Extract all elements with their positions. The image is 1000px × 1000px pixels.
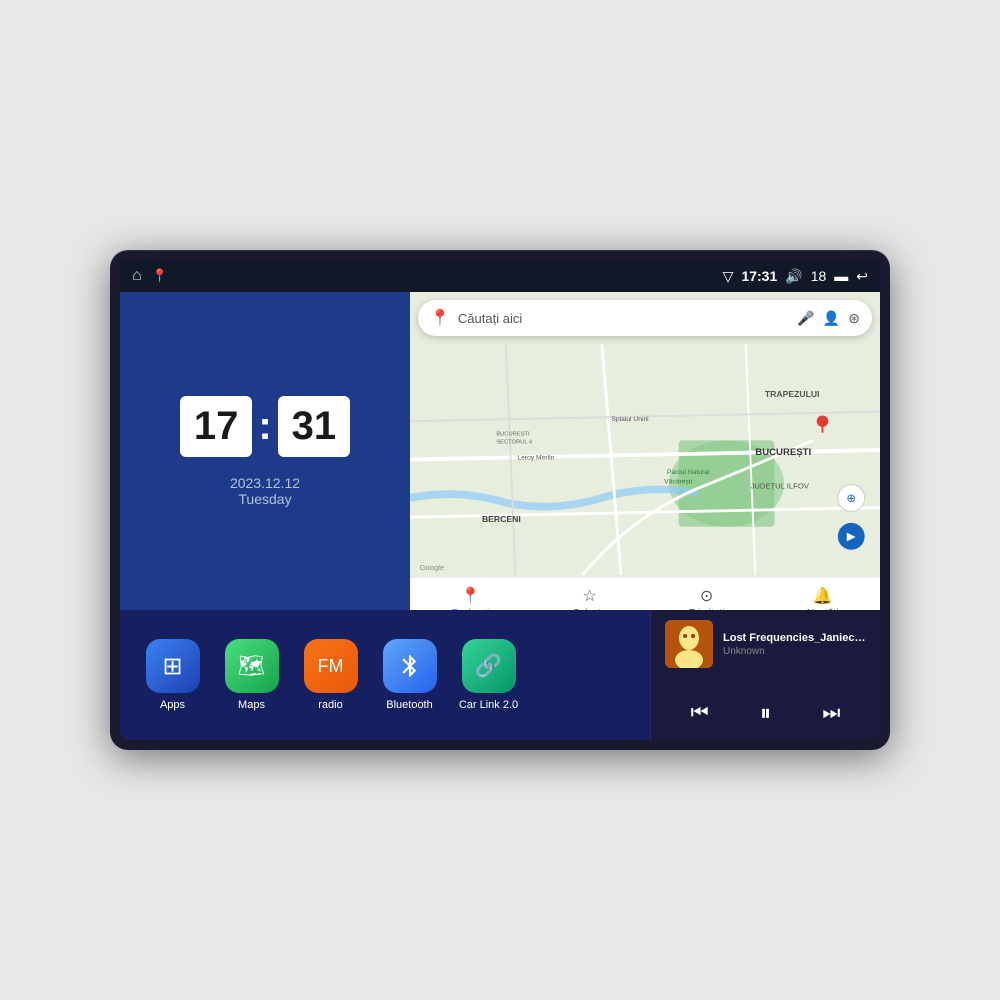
music-title: Lost Frequencies_Janieck Devy-...	[723, 632, 866, 644]
apps-label: Apps	[160, 699, 185, 711]
app-item-apps[interactable]: ⊞ Apps	[135, 639, 210, 711]
bluetooth-label: Bluetooth	[386, 699, 432, 711]
svg-text:SECTORUL 4: SECTORUL 4	[496, 439, 533, 445]
svg-text:Parcul Natural: Parcul Natural	[667, 469, 710, 476]
bluetooth-icon-wrap	[383, 639, 437, 693]
mic-icon[interactable]: 🎤	[797, 310, 814, 327]
svg-text:JUDEȚUL ILFOV: JUDEȚUL ILFOV	[751, 481, 810, 490]
next-button[interactable]: ⏭	[812, 698, 850, 729]
music-meta: Lost Frequencies_Janieck Devy-... Unknow…	[723, 632, 866, 657]
status-bar: ⌂ 📍 ▽ 17:31 🔊 18 ▬ ↩	[120, 260, 880, 292]
music-controls: ⏮ ⏸ ⏭	[665, 696, 866, 730]
maps-icon-wrap: 🗺	[225, 639, 279, 693]
map-search-input[interactable]: Căutați aici	[458, 311, 789, 326]
app-item-carlink[interactable]: 🔗 Car Link 2.0	[451, 639, 526, 711]
music-player: Lost Frequencies_Janieck Devy-... Unknow…	[650, 610, 880, 740]
date-value: 2023.12.12	[230, 475, 300, 491]
map-search-bar[interactable]: 📍 Căutați aici 🎤 👤 ⊛	[418, 300, 872, 336]
svg-text:BUCUREȘTI: BUCUREȘTI	[496, 432, 530, 438]
bluetooth-icon	[397, 653, 423, 679]
map-search-actions: 🎤 👤 ⊛	[797, 310, 860, 327]
clock-widget: 17 : 31 2023.12.12 Tuesday	[120, 292, 410, 610]
date-display: 2023.12.12 Tuesday	[230, 475, 300, 507]
map-pin-icon: 📍	[430, 308, 450, 328]
clock-display: 17 : 31	[180, 396, 350, 457]
album-art-image	[665, 620, 713, 668]
app-grid: ⊞ Apps 🗺 Maps FM radio	[120, 610, 650, 740]
svg-text:Leroy Merlin: Leroy Merlin	[517, 455, 554, 462]
apps-icon: ⊞	[162, 652, 182, 681]
news-icon: 🔔	[813, 586, 833, 606]
main-content: 17 : 31 2023.12.12 Tuesday 📍 Căutați aic…	[120, 292, 880, 740]
time-display: 17:31	[741, 268, 777, 284]
map-svg: TRAPEZULUI BUCUREȘTI JUDEȚUL ILFOV BERCE…	[410, 342, 880, 577]
share-icon: ⊙	[700, 586, 713, 606]
play-pause-button[interactable]: ⏸	[750, 696, 781, 730]
clock-hour: 17	[180, 396, 253, 457]
svg-text:Splaiul Unirii: Splaiul Unirii	[611, 416, 649, 423]
account-icon[interactable]: 👤	[823, 310, 840, 327]
map-tab-share[interactable]: ⊙ Trimiteți	[689, 586, 724, 610]
volume-icon: 🔊	[785, 268, 802, 285]
radio-icon-wrap: FM	[304, 639, 358, 693]
explore-icon: 📍	[461, 586, 481, 606]
map-tab-share-label: Trimiteți	[689, 608, 724, 610]
maps-label: Maps	[238, 699, 265, 711]
radio-icon: FM	[318, 656, 344, 677]
apps-icon-wrap: ⊞	[146, 639, 200, 693]
map-widget[interactable]: 📍 Căutați aici 🎤 👤 ⊛	[410, 292, 880, 610]
battery-level: 18	[811, 268, 827, 284]
back-icon[interactable]: ↩	[856, 268, 868, 285]
carlink-icon-wrap: 🔗	[462, 639, 516, 693]
map-tab-explore[interactable]: 📍 Explorați	[451, 586, 490, 610]
status-left-icons: ⌂ 📍	[132, 267, 168, 285]
music-artist: Unknown	[723, 646, 866, 657]
app-item-maps[interactable]: 🗺 Maps	[214, 639, 289, 711]
app-item-radio[interactable]: FM radio	[293, 639, 368, 711]
map-tab-saved-label: Salvate	[573, 608, 606, 610]
music-info: Lost Frequencies_Janieck Devy-... Unknow…	[665, 620, 866, 668]
map-tab-saved[interactable]: ☆ Salvate	[573, 586, 606, 610]
app-item-bluetooth[interactable]: Bluetooth	[372, 639, 447, 711]
svg-text:Văcărești: Văcărești	[664, 479, 692, 486]
svg-text:BERCENI: BERCENI	[482, 514, 521, 524]
top-section: 17 : 31 2023.12.12 Tuesday 📍 Căutați aic…	[120, 292, 880, 610]
carlink-icon: 🔗	[475, 653, 502, 679]
home-nav-icon[interactable]: ⌂	[132, 267, 142, 285]
clock-minute: 31	[278, 396, 351, 457]
saved-icon: ☆	[582, 586, 596, 606]
maps-nav-icon[interactable]: 📍	[152, 268, 168, 284]
layers-icon[interactable]: ⊛	[848, 310, 860, 327]
svg-text:⊕: ⊕	[846, 493, 856, 505]
svg-text:Google: Google	[420, 563, 445, 572]
maps-icon: 🗺	[238, 653, 266, 679]
svg-text:TRAPEZULUI: TRAPEZULUI	[765, 389, 820, 399]
map-tab-news[interactable]: 🔔 Noutăți	[807, 586, 839, 610]
gps-signal-icon: ▽	[723, 268, 734, 285]
album-art	[665, 620, 713, 668]
carlink-label: Car Link 2.0	[459, 699, 518, 711]
album-art-svg	[665, 620, 713, 668]
screen: ⌂ 📍 ▽ 17:31 🔊 18 ▬ ↩ 17 :	[120, 260, 880, 740]
radio-label: radio	[318, 699, 342, 711]
battery-icon: ▬	[834, 268, 848, 284]
clock-colon: :	[258, 404, 271, 449]
prev-button[interactable]: ⏮	[681, 698, 719, 729]
status-right-icons: ▽ 17:31 🔊 18 ▬ ↩	[723, 268, 868, 285]
day-value: Tuesday	[230, 491, 300, 507]
map-tab-explore-label: Explorați	[451, 608, 490, 610]
map-tab-news-label: Noutăți	[807, 608, 839, 610]
svg-text:▶: ▶	[847, 531, 857, 543]
device-shell: ⌂ 📍 ▽ 17:31 🔊 18 ▬ ↩ 17 :	[110, 250, 890, 750]
svg-text:BUCUREȘTI: BUCUREȘTI	[755, 447, 811, 458]
bottom-section: ⊞ Apps 🗺 Maps FM radio	[120, 610, 880, 740]
